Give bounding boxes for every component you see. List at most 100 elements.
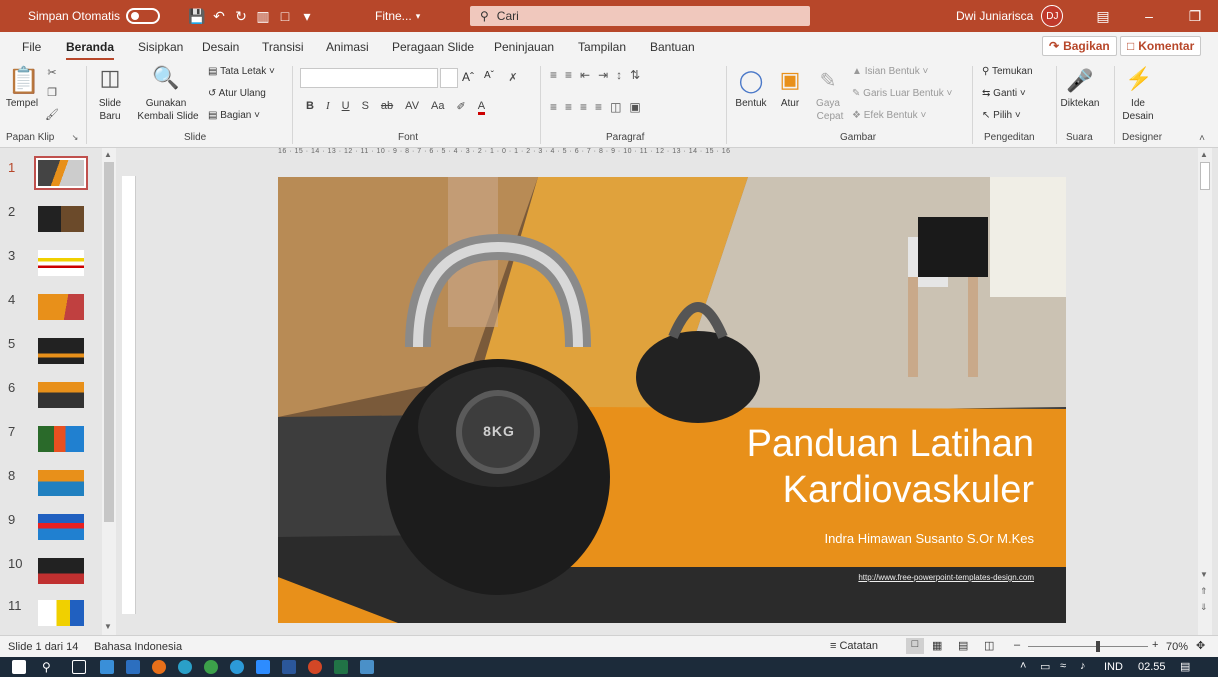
increase-font-button[interactable]: Aˆ xyxy=(462,70,474,84)
powerpoint-icon[interactable] xyxy=(308,660,322,674)
quick-styles-icon[interactable]: ✎ xyxy=(814,66,842,94)
file-explorer-icon[interactable] xyxy=(100,660,114,674)
arrange-label[interactable]: Atur xyxy=(774,98,806,109)
line-spacing-icon[interactable]: ↕ xyxy=(616,68,622,82)
align-left-icon[interactable]: ≡ xyxy=(550,100,557,114)
shape-fill-button[interactable]: ▲ Isian Bentuk ˅ xyxy=(852,66,928,77)
tab-desain[interactable]: Desain xyxy=(202,40,239,54)
windows-start-icon[interactable] xyxy=(12,660,26,674)
quick-styles-label[interactable]: Gaya xyxy=(810,98,846,109)
copy-icon[interactable]: ❐ xyxy=(44,84,60,100)
photos-icon[interactable] xyxy=(360,660,374,674)
input-language[interactable]: IND xyxy=(1104,661,1123,673)
tray-chevron-icon[interactable]: ˄ xyxy=(1020,660,1026,672)
shadow-button[interactable]: S xyxy=(362,100,369,115)
tab-bantuan[interactable]: Bantuan xyxy=(650,40,695,54)
slide-thumbnail[interactable] xyxy=(38,558,84,584)
new-file-icon[interactable]: □ xyxy=(274,0,296,32)
underline-button[interactable]: U xyxy=(342,100,350,115)
select-button[interactable]: ↖ Pilih ˅ xyxy=(982,110,1021,121)
reuse-slides-label-2[interactable]: Kembali Slide xyxy=(130,111,206,122)
tab-animasi[interactable]: Animasi xyxy=(326,40,369,54)
slide-thumbnail[interactable] xyxy=(38,600,84,626)
reset-button[interactable]: ↺ Atur Ulang xyxy=(208,88,266,99)
customize-qat-icon[interactable]: ▾ xyxy=(296,0,318,32)
font-name-select[interactable] xyxy=(300,68,438,88)
shapes-label[interactable]: Bentuk xyxy=(732,98,770,109)
increase-indent-icon[interactable]: ⇥ xyxy=(598,68,608,82)
comment-button[interactable]: □ Komentar xyxy=(1120,36,1202,56)
font-color-icon[interactable]: A xyxy=(477,100,486,115)
autosave-toggle[interactable] xyxy=(126,8,161,24)
user-account[interactable]: Dwi Juniarisca DJ xyxy=(956,0,1064,32)
zoom-slider[interactable] xyxy=(1028,646,1148,647)
reading-view-icon[interactable]: ▤ xyxy=(958,639,968,652)
italic-button[interactable]: I xyxy=(326,100,330,115)
edge-icon[interactable] xyxy=(178,660,192,674)
section-button[interactable]: ▤ Bagian ˅ xyxy=(208,110,260,121)
firefox-icon[interactable] xyxy=(152,660,166,674)
new-slide-label[interactable]: Slide xyxy=(88,98,132,109)
slide-thumbnail[interactable] xyxy=(38,160,84,186)
slide-thumbnail[interactable] xyxy=(38,426,84,452)
minimize-button[interactable]: – xyxy=(1126,0,1172,32)
save-icon[interactable]: 💾 xyxy=(186,0,208,32)
design-ideas-label[interactable]: Ide xyxy=(1120,98,1156,109)
slide-thumbnail[interactable] xyxy=(38,514,84,540)
new-slide-icon[interactable]: ◫ xyxy=(96,64,124,92)
cut-icon[interactable]: ✂ xyxy=(44,64,60,80)
decrease-font-button[interactable]: Aˇ xyxy=(484,70,494,81)
collapse-ribbon-icon[interactable]: ˄ xyxy=(1196,132,1208,144)
slide-sorter-icon[interactable]: ▦ xyxy=(932,639,942,652)
bold-button[interactable]: B xyxy=(306,100,314,115)
dialog-launcher-icon[interactable]: ↘ xyxy=(70,132,80,142)
undo-icon[interactable]: ↶ xyxy=(208,0,230,32)
design-ideas-label-2[interactable]: Desain xyxy=(1120,111,1156,122)
align-center-icon[interactable]: ≡ xyxy=(565,100,572,114)
new-slide-label-2[interactable]: Baru xyxy=(88,111,132,122)
previous-slide-icon[interactable]: ⇑ xyxy=(1200,586,1208,597)
scroll-thumb[interactable] xyxy=(104,162,114,522)
present-icon[interactable]: ▥ xyxy=(252,0,274,32)
mail-icon[interactable] xyxy=(126,660,140,674)
clock[interactable]: 02.55 xyxy=(1138,661,1166,673)
search-icon[interactable]: ⚲ xyxy=(42,660,56,674)
slide-thumbnail[interactable] xyxy=(38,470,84,496)
justify-icon[interactable]: ≡ xyxy=(595,100,602,114)
tab-beranda[interactable]: Beranda xyxy=(66,40,115,61)
scroll-up-icon[interactable]: ▲ xyxy=(1200,150,1208,159)
design-ideas-icon[interactable]: ⚡ xyxy=(1124,64,1154,94)
scroll-down-icon[interactable]: ▼ xyxy=(104,622,112,631)
zoom-in-icon[interactable]: + xyxy=(1152,639,1158,651)
tab-tampilan[interactable]: Tampilan xyxy=(578,40,626,54)
numbering-icon[interactable]: ≡ xyxy=(565,68,572,82)
scroll-up-icon[interactable]: ▲ xyxy=(104,150,112,159)
layout-button[interactable]: ▤ Tata Letak ˅ xyxy=(208,66,275,77)
zoom-out-icon[interactable]: – xyxy=(1014,639,1020,651)
slide-thumbnail[interactable] xyxy=(38,382,84,408)
file-name-dropdown[interactable]: Fitne... ▾ xyxy=(375,0,420,32)
excel-icon[interactable] xyxy=(334,660,348,674)
slide-thumbnail[interactable] xyxy=(38,206,84,232)
find-button[interactable]: ⚲ Temukan xyxy=(982,66,1033,77)
battery-icon[interactable]: ▭ xyxy=(1040,660,1050,673)
arrange-icon[interactable]: ▣ xyxy=(776,66,804,94)
quick-styles-label-2[interactable]: Cepat xyxy=(810,111,850,122)
reuse-slides-label[interactable]: Gunakan xyxy=(138,98,194,109)
microphone-icon[interactable]: 🎤 xyxy=(1066,66,1094,96)
normal-view-icon[interactable]: □ xyxy=(906,638,924,654)
next-slide-icon[interactable]: ⇓ xyxy=(1200,602,1208,613)
slideshow-icon[interactable]: ◫ xyxy=(984,639,994,652)
reuse-slides-icon[interactable]: 🔍 xyxy=(152,64,180,92)
shape-effects-button[interactable]: ❖ Efek Bentuk ˅ xyxy=(852,110,926,121)
chrome-icon[interactable] xyxy=(204,660,218,674)
paste-icon[interactable]: 📋 xyxy=(8,64,40,96)
slide-canvas[interactable]: 8KG Panduan Latihan Kardiovaskuler Indra… xyxy=(278,177,1066,623)
slide-thumbnail[interactable] xyxy=(38,294,84,320)
language-indicator[interactable]: Bahasa Indonesia xyxy=(94,641,182,653)
zoom-level[interactable]: 70% xyxy=(1166,641,1188,653)
scroll-thumb[interactable] xyxy=(1200,162,1210,190)
text-direction-icon[interactable]: ⇅ xyxy=(630,68,640,82)
bullets-icon[interactable]: ≡ xyxy=(550,68,557,82)
task-view-icon[interactable] xyxy=(72,660,86,674)
